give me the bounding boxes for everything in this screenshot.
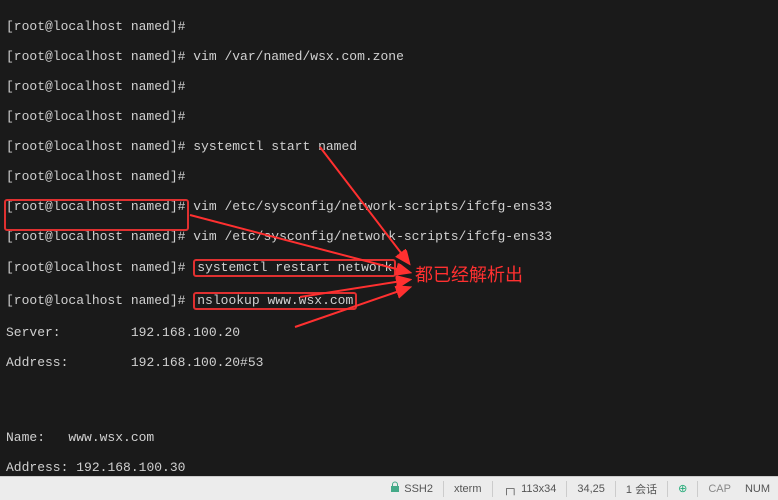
- plus-icon[interactable]: ⊕: [678, 482, 687, 495]
- lock-icon: [389, 481, 401, 496]
- status-session: 1 会话: [622, 481, 661, 497]
- terminal-output[interactable]: [root@localhost named]# [root@localhost …: [0, 0, 778, 476]
- status-ssh: SSH2: [385, 481, 437, 496]
- status-term: xterm: [450, 483, 486, 495]
- status-num: NUM: [741, 483, 774, 495]
- arrow-icon: [0, 0, 778, 476]
- status-cursor: 34,25: [573, 483, 609, 495]
- status-bar: SSH2 xterm ┌┐ 113x34 34,25 1 会话 ⊕ CAP NU…: [0, 476, 778, 500]
- grid-icon: ┌┐: [503, 483, 519, 495]
- status-cap: CAP: [704, 483, 735, 495]
- status-size: ┌┐ 113x34: [499, 483, 561, 495]
